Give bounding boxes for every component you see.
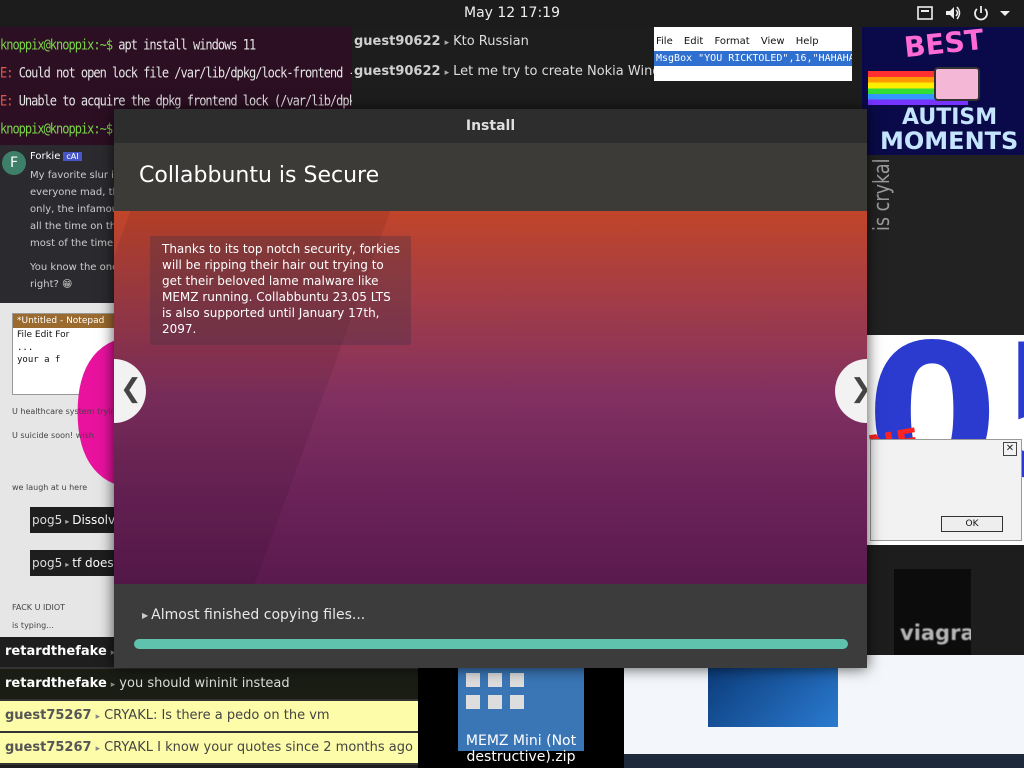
slideshow: Thanks to its top notch security, forkie… <box>114 211 867 584</box>
notepad-menu: File Edit Format View Help <box>656 36 819 47</box>
taskbar <box>624 754 1024 768</box>
status-text: Almost finished copying files... <box>151 607 366 623</box>
chat-line: we laugh at u here <box>12 483 88 492</box>
rotated-text: is crykal hildaboo <box>870 155 895 231</box>
slide-description: Thanks to its top notch security, forkie… <box>150 236 411 345</box>
background-chat-left: *Untitled - Notepad File Edit For ... yo… <box>0 303 114 638</box>
chat-line: is typing... <box>12 621 54 630</box>
meme-text: MOMENTS <box>880 127 1019 155</box>
top-bar: May 12 17:19 <box>0 0 1024 27</box>
chat-line: U suicide soon! wish <box>12 431 94 440</box>
background-chat-top: guest90622 ▸ Kto Russian guest90622 ▸ Let me… <box>352 27 654 91</box>
chat-message: pog5▸Dissolved <box>30 507 114 533</box>
chevron-left-icon: ❮ <box>120 374 142 404</box>
video-preview <box>708 667 838 727</box>
slide-header: Collabbuntu is Secure <box>114 143 867 211</box>
clock[interactable]: May 12 17:19 <box>0 5 1024 21</box>
chat-message: pog5▸tf does that m <box>30 550 114 576</box>
cat-icon <box>934 67 980 101</box>
chat-message: guest75267 ▸ CRYAKL I know your quotes sin… <box>0 733 418 765</box>
avatar: F <box>2 151 26 175</box>
viagra-text: viagra <box>900 621 971 645</box>
next-slide-button[interactable]: ❯ <box>835 359 867 423</box>
background-forkie-chat: F ForkiecAI My favorite slur is d everyo… <box>0 145 114 303</box>
chat-message-body: My favorite slur is d everyone mad, the … <box>30 170 114 249</box>
progress-fill <box>134 639 848 649</box>
background-notepad: File Edit Format View Help MsgBox "YOU R… <box>654 27 852 81</box>
expand-arrow-icon: ▶ <box>142 611 149 620</box>
close-icon[interactable]: ✕ <box>1003 442 1017 456</box>
volume-icon[interactable] <box>944 4 962 22</box>
chat-line: FACK U IDIOT <box>12 603 66 612</box>
background-windows-screenshot <box>624 655 1024 768</box>
background-dark-panel: is crykal hildaboo <box>866 155 1024 335</box>
chat-message: guest90622 ▸ Kto Russian <box>354 34 529 49</box>
progress-bar <box>134 639 848 649</box>
chevron-right-icon: ❯ <box>850 374 867 404</box>
screenshot-icon[interactable] <box>916 4 934 22</box>
power-icon[interactable] <box>972 4 990 22</box>
big-digit: 0 <box>68 317 114 517</box>
ok-button[interactable]: OK <box>941 516 1003 532</box>
chat-message-body: You know the one I'm right? 😁 <box>30 262 114 290</box>
background-meme-image: BEST AUTISM MOMENTS <box>862 27 1024 155</box>
installer-window: Install Collabbuntu is Secure Thanks to … <box>114 109 867 668</box>
message-box: ✕ OK <box>870 439 1022 541</box>
chat-username: Forkie cAI <box>30 151 82 162</box>
window-title[interactable]: Install <box>114 109 867 143</box>
meme-text: BEST <box>902 27 986 65</box>
bot-tag: cAI <box>63 152 82 161</box>
notepad-selected-text: MsgBox "YOU RICKTOLED",16,"HAHAHAH" <box>654 51 852 66</box>
background-05-image: 05 NE ✕ OK <box>866 335 1024 545</box>
chat-message: guest75267 ▸ CRYAKL: Is there a pedo on th… <box>0 701 418 733</box>
chat-message: guest90622 ▸ Let me try to create Nokia Wi… <box>354 64 654 79</box>
chat-message: retardthefake ▸ you should wininit instead <box>0 669 418 701</box>
file-name: MEMZ Mini (Not destructive).zip <box>465 733 577 765</box>
chat-line: U healthcare system trying to suicide <box>12 407 114 416</box>
slide-title: Collabbuntu is Secure <box>139 163 380 188</box>
status-expander[interactable]: ▶ Almost finished copying files... <box>142 607 365 623</box>
menu-arrow-icon[interactable] <box>996 4 1014 22</box>
